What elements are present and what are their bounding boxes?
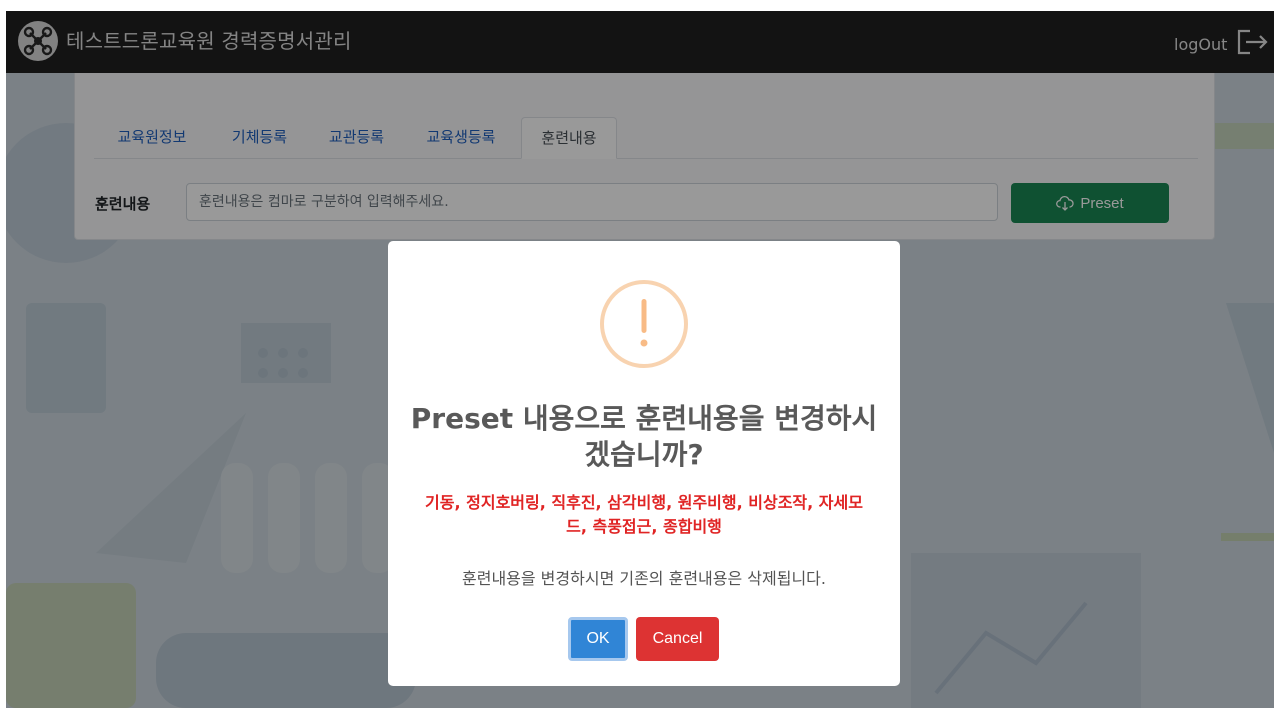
cancel-button[interactable]: Cancel bbox=[636, 617, 719, 661]
ok-button[interactable]: OK bbox=[568, 617, 628, 661]
warning-icon bbox=[600, 280, 688, 368]
dialog-title: Preset 내용으로 훈련내용을 변경하시겠습니까? bbox=[410, 402, 878, 471]
preset-items-text: 기동, 정지호버링, 직후진, 삼각비행, 원주비행, 비상조작, 자세모드, … bbox=[425, 493, 863, 536]
app-frame: 테스트드론교육원 경력증명서관리 logOut 교육원정보 기체등록 교관등록 … bbox=[6, 11, 1274, 708]
dialog-message: 훈련내용을 변경하시면 기존의 훈련내용은 삭제됩니다. bbox=[462, 569, 826, 588]
confirm-dialog: Preset 내용으로 훈련내용을 변경하시겠습니까? 기동, 정지호버링, 직… bbox=[388, 241, 900, 686]
